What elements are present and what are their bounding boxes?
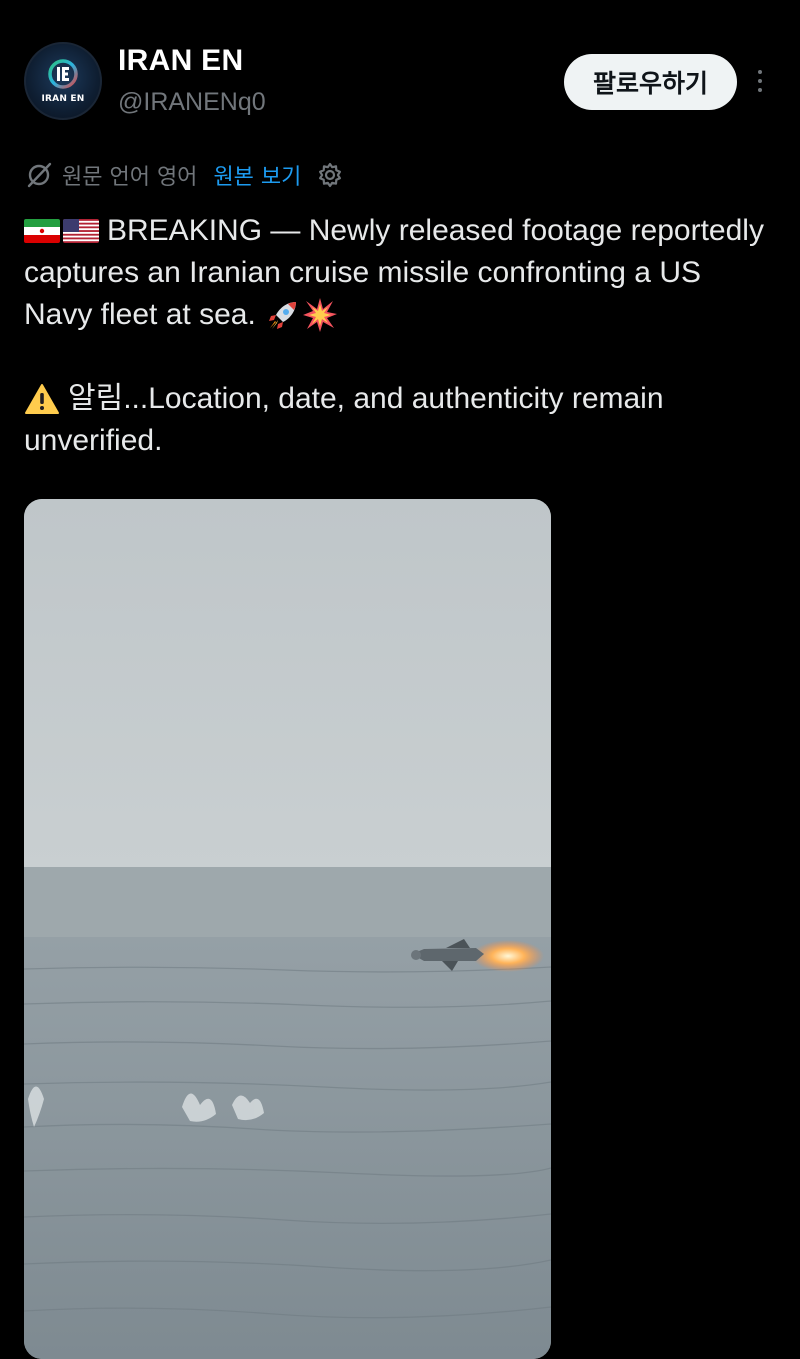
tweet-line-1: BREAKING — Newly released footage report… xyxy=(107,214,764,247)
original-language-label: 원문 언어 영어 xyxy=(62,165,198,190)
translation-bar: 원문 언어 영어 원본 보기 xyxy=(24,158,345,192)
gear-icon[interactable] xyxy=(315,160,345,190)
video-player[interactable] xyxy=(24,499,551,1359)
rocket-icon xyxy=(268,302,296,329)
translate-off-icon xyxy=(27,162,52,188)
collision-icon xyxy=(302,298,337,332)
avatar[interactable]: IRAN EN xyxy=(24,42,102,120)
tweet-line: captures an Iranian cruise missile confr… xyxy=(24,252,800,294)
iran-en-logo-icon xyxy=(48,59,78,89)
tweet-text: BREAKING — Newly released footage report… xyxy=(24,210,800,462)
user-handle[interactable]: @IRANENq0 xyxy=(118,88,266,117)
more-options-icon[interactable] xyxy=(748,64,772,98)
tweet-line: BREAKING — Newly released footage report… xyxy=(24,210,800,252)
follow-button[interactable]: 팔로우하기 xyxy=(564,54,737,110)
tweet-line-4: 알림...Location, date, and authenticity re… xyxy=(68,382,664,415)
tweet-line: 알림...Location, date, and authenticity re… xyxy=(24,378,800,420)
video-frame xyxy=(24,499,551,1359)
tweet-line: unverified. xyxy=(24,420,800,462)
tweet-line-3: Navy fleet at sea. xyxy=(24,298,256,331)
display-name[interactable]: IRAN EN xyxy=(118,44,243,78)
view-original-link[interactable]: 원본 보기 xyxy=(213,159,301,191)
tweet-line-5: unverified. xyxy=(24,424,163,457)
warning-icon xyxy=(25,384,59,414)
tweet-line: Navy fleet at sea. xyxy=(24,294,800,336)
us-flag-icon xyxy=(63,219,99,243)
avatar-label: IRAN EN xyxy=(41,94,85,104)
iran-flag-icon xyxy=(24,219,60,243)
tweet-line-2: captures an Iranian cruise missile confr… xyxy=(24,256,701,289)
